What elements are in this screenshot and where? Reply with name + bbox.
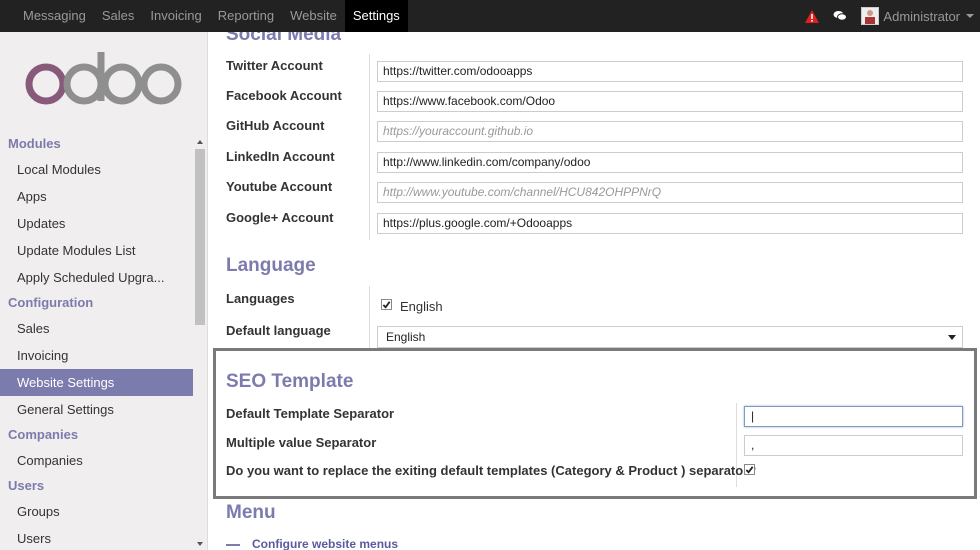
english-option-label: English — [400, 299, 443, 314]
label-replace-separator: Do you want to replace the exiting defau… — [226, 463, 757, 478]
label-multiple-value-separator: Multiple value Separator — [226, 435, 377, 450]
sidebar-item-sales[interactable]: Sales — [0, 315, 193, 342]
googleplus-input[interactable]: https://plus.google.com/+Odooapps — [377, 213, 963, 234]
label-default-template-separator: Default Template Separator — [226, 406, 395, 421]
label-youtube: Youtube Account — [226, 179, 333, 194]
top-right: Administrator — [805, 0, 980, 32]
label-twitter: Twitter Account — [226, 58, 323, 73]
menu-website[interactable]: Website — [282, 0, 345, 32]
seo-template-section: SEO Template Default Template Separator … — [213, 348, 977, 499]
sidebar-item-local-modules[interactable]: Local Modules — [0, 156, 193, 183]
replace-separator-checkbox[interactable] — [744, 464, 755, 475]
menu-settings[interactable]: Settings — [344, 0, 408, 32]
checkmark-icon — [745, 465, 754, 474]
default-template-separator-input[interactable]: | — [744, 406, 963, 427]
sidebar-section-modules: Modules — [8, 136, 61, 151]
sidebar-item-invoicing[interactable]: Invoicing — [0, 342, 193, 369]
default-language-value: English — [386, 330, 426, 344]
divider — [369, 54, 370, 240]
section-title-menu: Menu — [226, 502, 276, 523]
checkmark-icon — [382, 300, 391, 309]
label-github: GitHub Account — [226, 118, 325, 133]
sidebar-section-users: Users — [8, 478, 45, 493]
sidebar-scrollbar[interactable] — [193, 136, 207, 550]
menu-messaging[interactable]: Messaging — [15, 0, 94, 32]
scroll-up-icon[interactable] — [197, 140, 203, 144]
warning-icon[interactable] — [805, 9, 820, 23]
label-facebook: Facebook Account — [226, 88, 342, 103]
linkedin-input[interactable]: http://www.linkedin.com/company/odoo — [377, 152, 963, 173]
menu-reporting[interactable]: Reporting — [210, 0, 282, 32]
odoo-logo — [25, 52, 182, 105]
multiple-value-separator-input[interactable]: , — [744, 435, 963, 456]
dash-icon — [226, 544, 240, 546]
sidebar-item-apps[interactable]: Apps — [0, 183, 193, 210]
label-default-language: Default language — [226, 323, 331, 338]
sidebar-item-updates[interactable]: Updates — [0, 210, 193, 237]
english-checkbox[interactable] — [381, 299, 392, 310]
twitter-input[interactable]: https://twitter.com/odooapps — [377, 61, 963, 82]
section-title-seo-template: SEO Template — [226, 371, 354, 392]
sidebar-item-companies[interactable]: Companies — [0, 447, 193, 474]
label-googleplus: Google+ Account — [226, 210, 334, 225]
settings-form: Social Media Twitter Account https://twi… — [209, 32, 980, 550]
configure-website-menus-link[interactable]: Configure website menus — [252, 537, 398, 550]
sidebar-item-groups[interactable]: Groups — [0, 498, 193, 525]
avatar-icon — [865, 10, 876, 24]
chat-icon[interactable] — [833, 10, 848, 22]
github-input[interactable]: https://youraccount.github.io — [377, 121, 963, 142]
sidebar-menu: Modules Local Modules Apps Updates Updat… — [0, 132, 193, 550]
dropdown-arrow-icon — [948, 335, 956, 340]
section-title-language: Language — [226, 255, 316, 276]
section-title-social-media: Social Media — [226, 32, 342, 45]
user-avatar[interactable] — [861, 7, 880, 25]
sidebar-item-apply-scheduled-upgrades[interactable]: Apply Scheduled Upgra... — [0, 264, 193, 291]
sidebar-item-general-settings[interactable]: General Settings — [0, 396, 193, 423]
label-linkedin: LinkedIn Account — [226, 149, 335, 164]
top-menu: Messaging Sales Invoicing Reporting Webs… — [15, 0, 408, 32]
sidebar-section-companies: Companies — [8, 427, 79, 442]
caret-down-icon[interactable] — [966, 14, 974, 18]
sidebar-item-website-settings[interactable]: Website Settings — [0, 369, 193, 396]
sidebar: Modules Local Modules Apps Updates Updat… — [0, 32, 208, 550]
label-languages: Languages — [226, 291, 295, 306]
youtube-input[interactable]: http://www.youtube.com/channel/HCU842OHP… — [377, 182, 963, 203]
menu-sales[interactable]: Sales — [94, 0, 143, 32]
menu-invoicing[interactable]: Invoicing — [142, 0, 209, 32]
facebook-input[interactable]: https://www.facebook.com/Odoo — [377, 91, 963, 112]
sidebar-item-users[interactable]: Users — [0, 525, 193, 550]
top-navbar: Messaging Sales Invoicing Reporting Webs… — [0, 0, 980, 32]
user-name[interactable]: Administrator — [883, 9, 960, 24]
default-language-select[interactable]: English — [377, 326, 963, 348]
sidebar-item-update-modules-list[interactable]: Update Modules List — [0, 237, 193, 264]
sidebar-section-configuration: Configuration — [8, 295, 94, 310]
scroll-down-icon[interactable] — [197, 542, 203, 546]
divider — [369, 286, 370, 348]
scrollbar-thumb[interactable] — [195, 149, 205, 325]
